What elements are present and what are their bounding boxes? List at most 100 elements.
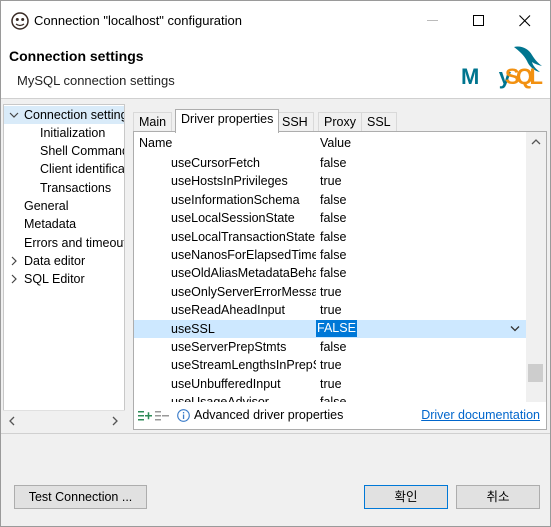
- info-icon: [177, 409, 190, 422]
- tab-ssh[interactable]: SSH: [276, 112, 314, 132]
- divider: [1, 433, 550, 434]
- page-subtitle: MySQL connection settings: [17, 73, 175, 88]
- chevron-down-icon[interactable]: [510, 325, 520, 333]
- nav-item-label: Data editor: [24, 254, 86, 268]
- nav-item-shell-commands[interactable]: Shell Commands: [40, 142, 124, 160]
- property-value[interactable]: false: [320, 338, 346, 356]
- table-row[interactable]: useLocalSessionState false: [134, 209, 526, 227]
- property-name: useUnbufferedInput: [171, 376, 281, 391]
- property-value[interactable]: true: [320, 356, 342, 374]
- table-row[interactable]: useServerPrepStmts false: [134, 338, 526, 356]
- table-row[interactable]: useLocalTransactionState false: [134, 228, 526, 246]
- property-value[interactable]: false: [320, 228, 346, 246]
- property-value-editor[interactable]: FALSE: [316, 319, 357, 337]
- dbeaver-app-icon: [11, 12, 29, 30]
- title-bar: Connection "localhost" configuration: [1, 1, 550, 41]
- nav-item-connection-settings[interactable]: Connection settings: [4, 106, 124, 124]
- collapse-all-icon[interactable]: [155, 410, 169, 422]
- nav-item-errors-timeouts[interactable]: Errors and timeouts: [24, 234, 125, 252]
- settings-nav-tree: Connection settings Initialization Shell…: [3, 104, 125, 430]
- tab-proxy[interactable]: Proxy: [318, 112, 362, 132]
- close-button[interactable]: [502, 1, 548, 41]
- chevron-down-icon[interactable]: [9, 110, 19, 120]
- table-row[interactable]: useStreamLengthsInPrepStmts true: [134, 356, 526, 374]
- property-value[interactable]: false: [320, 154, 346, 172]
- table-row[interactable]: useOnlyServerErrorMessages true: [134, 283, 526, 301]
- property-name: useUsageAdvisor: [171, 393, 316, 402]
- chevron-right-icon[interactable]: [9, 274, 19, 284]
- property-value[interactable]: false: [320, 191, 346, 209]
- maximize-button[interactable]: [456, 1, 502, 41]
- driver-properties-panel: Name Value useCursorFetch false useHosts…: [133, 131, 547, 430]
- nav-item-label: Shell Commands: [40, 144, 124, 158]
- property-name: useInformationSchema: [171, 192, 300, 207]
- scroll-up-icon[interactable]: [531, 138, 541, 146]
- nav-item-label: Initialization: [40, 126, 106, 140]
- property-value[interactable]: true: [320, 301, 342, 319]
- nav-item-label: Errors and timeouts: [24, 236, 125, 250]
- close-icon: [519, 15, 531, 27]
- chevron-right-icon[interactable]: [9, 256, 19, 266]
- property-name: useCursorFetch: [171, 156, 260, 170]
- dialog-header: Connection settings MySQL connection set…: [1, 41, 550, 99]
- page-title: Connection settings: [9, 48, 144, 64]
- property-value[interactable]: true: [320, 375, 342, 393]
- nav-item-label: SQL Editor: [24, 272, 85, 286]
- mysql-logo: My SQL: [461, 46, 543, 89]
- nav-item-client-identification[interactable]: Client identification: [40, 160, 124, 178]
- table-row[interactable]: useOldAliasMetadataBehavior false: [134, 264, 526, 282]
- property-value[interactable]: true: [320, 283, 342, 301]
- driver-documentation-link[interactable]: Driver documentation: [421, 408, 540, 422]
- property-value[interactable]: false: [320, 209, 346, 227]
- minimize-icon: [427, 20, 438, 21]
- cancel-button[interactable]: 취소: [456, 485, 540, 509]
- nav-item-transactions[interactable]: Transactions: [40, 179, 111, 197]
- property-name: useReadAheadInput: [171, 303, 285, 318]
- table-row[interactable]: useHostsInPrivileges true: [134, 172, 526, 190]
- nav-horizontal-scrollbar[interactable]: [3, 410, 125, 430]
- table-row[interactable]: useUnbufferedInput true: [134, 375, 526, 393]
- advanced-driver-properties-label: Advanced driver properties: [194, 408, 344, 422]
- property-name: useOnlyServerErrorMessages: [171, 284, 316, 299]
- property-name: useNanosForElapsedTime: [171, 248, 316, 262]
- tab-main[interactable]: Main: [133, 112, 173, 132]
- nav-item-label: Transactions: [40, 181, 112, 195]
- property-value[interactable]: false: [320, 264, 346, 282]
- property-name: useHostsInPrivileges: [171, 174, 288, 189]
- nav-item-sql-editor[interactable]: SQL Editor: [4, 270, 124, 288]
- property-name: useOldAliasMetadataBehavior: [171, 266, 316, 281]
- table-row[interactable]: useReadAheadInput true: [134, 301, 526, 319]
- scrollbar-thumb[interactable]: [528, 364, 543, 382]
- expand-all-icon[interactable]: [138, 410, 152, 422]
- property-value[interactable]: false: [320, 393, 346, 402]
- ok-button[interactable]: 확인: [364, 485, 448, 509]
- column-header-name[interactable]: Name: [139, 136, 172, 150]
- table-row[interactable]: useUsageAdvisor false: [134, 393, 526, 402]
- maximize-icon: [473, 15, 484, 26]
- property-name: useServerPrepStmts: [171, 340, 287, 354]
- property-value[interactable]: false: [320, 246, 346, 264]
- column-header-value[interactable]: Value: [320, 136, 351, 150]
- scroll-left-icon[interactable]: [8, 416, 16, 426]
- table-row[interactable]: useCursorFetch false: [134, 154, 526, 172]
- window-title: Connection "localhost" configuration: [34, 13, 242, 28]
- property-name: useLocalTransactionState: [171, 229, 316, 244]
- properties-table-header: Name Value: [134, 132, 546, 154]
- test-connection-button[interactable]: Test Connection ...: [14, 485, 147, 509]
- nav-item-data-editor[interactable]: Data editor: [4, 252, 124, 270]
- property-value[interactable]: true: [320, 172, 342, 190]
- nav-item-label: Metadata: [24, 217, 77, 231]
- table-row-selected[interactable]: useSSL FALSE: [134, 319, 526, 338]
- table-row[interactable]: useNanosForElapsedTime false: [134, 246, 526, 264]
- tab-ssl[interactable]: SSL: [361, 112, 397, 132]
- nav-item-initialization[interactable]: Initialization: [40, 124, 105, 142]
- property-name: useStreamLengthsInPrepStmts: [171, 358, 316, 373]
- property-name: useSSL: [171, 321, 215, 336]
- tab-driver-properties[interactable]: Driver properties: [175, 109, 280, 133]
- nav-item-metadata[interactable]: Metadata: [24, 215, 76, 233]
- minimize-button[interactable]: [410, 1, 456, 41]
- nav-item-general[interactable]: General: [24, 197, 68, 215]
- scroll-right-icon[interactable]: [111, 416, 119, 426]
- table-row[interactable]: useInformationSchema false: [134, 191, 526, 209]
- properties-vertical-scrollbar[interactable]: [526, 132, 546, 402]
